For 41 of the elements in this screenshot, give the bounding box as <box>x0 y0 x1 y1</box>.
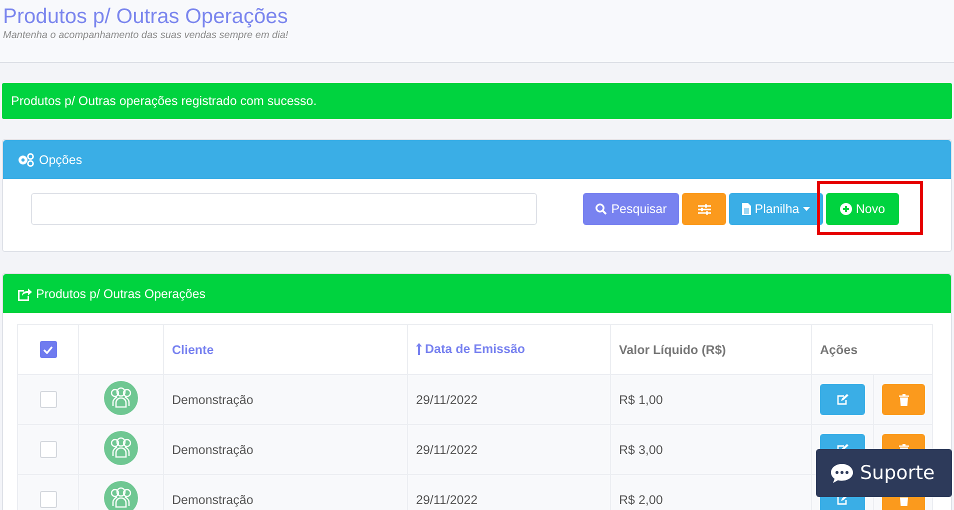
column-header[interactable]: Data de Emissão <box>416 342 526 356</box>
panel-title: Produtos p/ Outras Operações <box>36 286 206 300</box>
user-group-icon <box>104 381 138 415</box>
table-cell: 29/11/2022 <box>416 392 478 406</box>
page-title: Produtos p/ Outras Operações <box>3 4 289 30</box>
column-header: Ações <box>820 342 858 356</box>
select-all-checkbox[interactable] <box>40 341 56 358</box>
plus-circle-icon <box>840 203 852 215</box>
column-header[interactable]: Cliente <box>172 342 214 356</box>
user-group-icon <box>104 431 138 465</box>
filter-button[interactable] <box>682 193 726 225</box>
row-checkbox[interactable] <box>40 441 56 458</box>
table-cell: 29/11/2022 <box>416 442 478 456</box>
page-subtitle: Mantenha o acompanhamento das suas vendas sempre em dia! <box>3 30 290 41</box>
table-cell: Demonstração <box>172 392 254 406</box>
column-header: Valor Líquido (R$) <box>619 342 726 356</box>
new-button[interactable]: Novo <box>826 193 899 225</box>
table-cell: R$ 2,00 <box>619 492 663 506</box>
table-cell: Demonstração <box>172 442 254 456</box>
search-button[interactable]: Pesquisar <box>583 193 679 225</box>
share-icon <box>17 286 32 300</box>
edit-icon <box>836 394 848 405</box>
search-field[interactable] <box>31 193 537 225</box>
sliders-icon <box>698 204 710 214</box>
table-cell: Demonstração <box>172 492 254 506</box>
trash-icon <box>898 394 908 406</box>
support-chat-toast[interactable]: Suporte <box>816 449 952 497</box>
spreadsheet-dropdown[interactable]: Planilha <box>729 193 823 225</box>
checkmark-icon <box>43 346 53 354</box>
panel-title: Opções <box>39 152 82 166</box>
search-icon <box>595 203 608 215</box>
table-cell: 29/11/2022 <box>416 492 478 506</box>
row-checkbox[interactable] <box>40 391 56 408</box>
document-icon <box>742 203 751 215</box>
table-cell: R$ 3,00 <box>619 442 663 456</box>
row-checkbox[interactable] <box>40 491 56 508</box>
table-cell: R$ 1,00 <box>619 392 663 406</box>
chat-icon <box>830 462 854 484</box>
sort-arrow-icon <box>416 342 422 354</box>
success-alert: Produtos p/ Outras operações registrado com sucesso. <box>2 83 952 119</box>
caret-icon <box>803 207 810 211</box>
